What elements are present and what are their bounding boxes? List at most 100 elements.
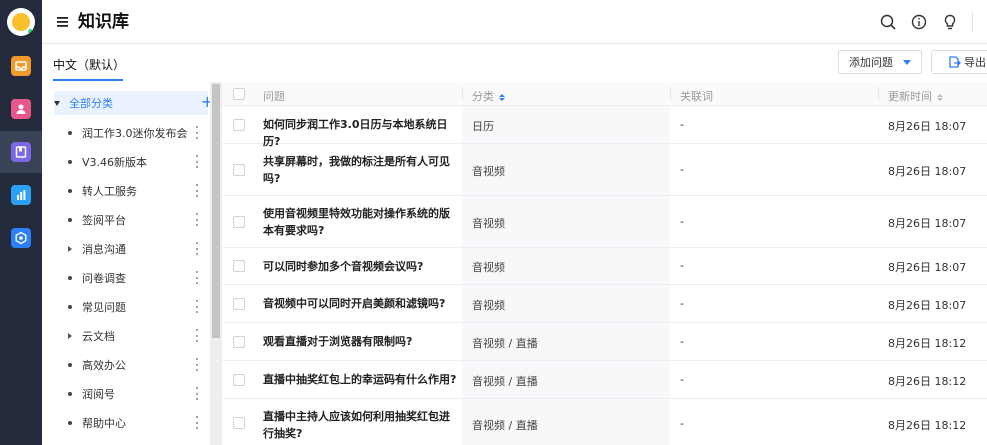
avatar[interactable] (7, 8, 35, 36)
category-item[interactable]: 问卷调查 (42, 263, 208, 292)
row-checkbox[interactable] (233, 336, 245, 348)
active-tab-indicator (53, 79, 123, 81)
tab-chinese-default[interactable]: 中文（默认） (53, 56, 125, 73)
question-cell[interactable]: 直播中主持人应该如何利用抽奖红包进行抽奖? (263, 408, 458, 442)
contacts-icon (11, 99, 31, 119)
caret-down-icon (54, 100, 60, 106)
bullet-icon (68, 159, 72, 164)
question-cell[interactable]: 直播中抽奖红包上的幸运码有什么作用? (263, 371, 458, 388)
updated-cell: 8月26日 18:07 (888, 165, 967, 178)
table-row[interactable]: 使用音视频里特效功能对操作系统的版本有要求吗? 音视频 - 8月26日 18:0… (222, 196, 987, 248)
menu-icon[interactable] (56, 14, 70, 28)
row-checkbox[interactable] (233, 216, 245, 228)
category-item[interactable]: V3.46新版本 (42, 147, 208, 176)
category-item[interactable]: 高效办公 (42, 350, 208, 379)
row-checkbox[interactable] (233, 119, 245, 131)
add-question-button[interactable]: 添加问题 (838, 50, 922, 74)
keywords-cell: - (680, 163, 684, 176)
category-item-label: 转人工服务 (82, 184, 137, 198)
caret-right-icon[interactable] (68, 332, 72, 339)
category-item[interactable]: 润工作3.0迷你发布会 (42, 118, 208, 147)
more-options-icon[interactable] (196, 329, 199, 342)
table-row[interactable]: 观看直播对于浏览器有限制吗? 音视频 / 直播 - 8月26日 18:12 (222, 323, 987, 361)
rail-item-mailbox[interactable] (0, 45, 42, 87)
rail-item-contacts[interactable] (0, 88, 42, 130)
question-cell[interactable]: 使用音视频里特效功能对操作系统的版本有要求吗? (263, 205, 458, 239)
mailbox-icon (11, 56, 31, 76)
table-row[interactable]: 音视频中可以同时开启美颜和滤镜吗? 音视频 - 8月26日 18:07 (222, 285, 987, 323)
column-header-question: 问题 (263, 90, 285, 103)
bullet-icon (68, 130, 72, 135)
caret-right-icon[interactable] (68, 245, 72, 252)
column-divider (670, 87, 671, 101)
table-row[interactable]: 可以同时参加多个音视频会议吗? 音视频 - 8月26日 18:07 (222, 248, 987, 285)
table-header: 问题 分类 关联词 更新时间 (222, 82, 987, 106)
scrollbar-thumb[interactable] (212, 84, 220, 338)
keywords-cell: - (680, 297, 684, 310)
more-options-icon[interactable] (196, 213, 199, 226)
more-options-icon[interactable] (196, 387, 199, 400)
category-root[interactable]: 全部分类 + (54, 91, 220, 115)
table-row[interactable]: 直播中抽奖红包上的幸运码有什么作用? 音视频 / 直播 - 8月26日 18:1… (222, 361, 987, 399)
sort-icon[interactable] (499, 93, 505, 101)
table-row[interactable]: 直播中主持人应该如何利用抽奖红包进行抽奖? 音视频 / 直播 - 8月26日 1… (222, 399, 987, 445)
category-panel: 全部分类 + 润工作3.0迷你发布会 V3.46新版本 转人工服务 签阅平台 消… (42, 82, 222, 445)
export-label: 导出 (964, 56, 986, 69)
sort-icon[interactable] (937, 93, 943, 101)
question-cell[interactable]: 音视频中可以同时开启美颜和滤镜吗? (263, 295, 458, 312)
category-item[interactable]: 帮助中心 (42, 408, 208, 437)
rail-item-settings[interactable] (0, 217, 42, 259)
rail-item-knowledge-base[interactable] (0, 131, 42, 173)
rail-item-statistics[interactable] (0, 174, 42, 216)
column-header-category-label: 分类 (472, 90, 494, 103)
category-item[interactable]: 常见问题 (42, 292, 208, 321)
more-options-icon[interactable] (196, 300, 199, 313)
column-header-updated[interactable]: 更新时间 (888, 88, 943, 104)
category-item[interactable]: 转人工服务 (42, 176, 208, 205)
updated-cell: 8月26日 18:07 (888, 217, 967, 230)
row-checkbox[interactable] (233, 164, 245, 176)
updated-cell: 8月26日 18:12 (888, 375, 967, 388)
category-item-label: V3.46新版本 (82, 155, 148, 169)
more-options-icon[interactable] (196, 126, 199, 139)
category-item[interactable]: 消息沟通 (42, 234, 208, 263)
category-cell: 音视频 (472, 261, 505, 274)
updated-cell: 8月26日 18:12 (888, 419, 967, 432)
more-options-icon[interactable] (196, 358, 199, 371)
more-options-icon[interactable] (196, 242, 199, 255)
online-status-dot (27, 28, 34, 35)
category-item[interactable]: 云文档 (42, 321, 208, 350)
more-options-icon[interactable] (196, 155, 199, 168)
more-options-icon[interactable] (196, 184, 199, 197)
column-header-category[interactable]: 分类 (472, 88, 505, 104)
category-item[interactable]: 签阅平台 (42, 205, 208, 234)
more-options-icon[interactable] (196, 271, 199, 284)
select-all-checkbox[interactable] (233, 88, 245, 100)
bullet-icon (68, 362, 72, 367)
lightbulb-icon[interactable] (940, 12, 960, 32)
category-item[interactable]: 润阅号 (42, 379, 208, 408)
row-checkbox[interactable] (233, 260, 245, 272)
table-row[interactable]: 共享屏幕时，我做的标注是所有人可见吗? 音视频 - 8月26日 18:07 (222, 144, 987, 196)
export-button[interactable]: 导出 (931, 50, 987, 74)
row-checkbox[interactable] (233, 298, 245, 310)
bullet-icon (68, 217, 72, 222)
category-scrollbar[interactable] (210, 82, 222, 445)
category-item-label: 润阅号 (82, 387, 115, 401)
question-cell[interactable]: 可以同时参加多个音视频会议吗? (263, 258, 458, 275)
question-cell[interactable]: 观看直播对于浏览器有限制吗? (263, 333, 458, 350)
row-checkbox[interactable] (233, 374, 245, 386)
page-title: 知识库 (78, 12, 129, 32)
keywords-cell: - (680, 259, 684, 272)
search-icon[interactable] (878, 12, 898, 32)
updated-cell: 8月26日 18:12 (888, 337, 967, 350)
bullet-icon (68, 391, 72, 396)
table-row[interactable]: 如何同步润工作3.0日历与本地系统日历? 日历 - 8月26日 18:07 (222, 106, 987, 148)
more-options-icon[interactable] (196, 416, 199, 429)
category-cell: 音视频 / 直播 (472, 375, 538, 388)
category-item-label: 消息沟通 (82, 242, 126, 256)
bullet-icon (68, 420, 72, 425)
row-checkbox[interactable] (233, 417, 245, 429)
question-cell[interactable]: 共享屏幕时，我做的标注是所有人可见吗? (263, 153, 458, 187)
info-icon[interactable] (909, 12, 929, 32)
